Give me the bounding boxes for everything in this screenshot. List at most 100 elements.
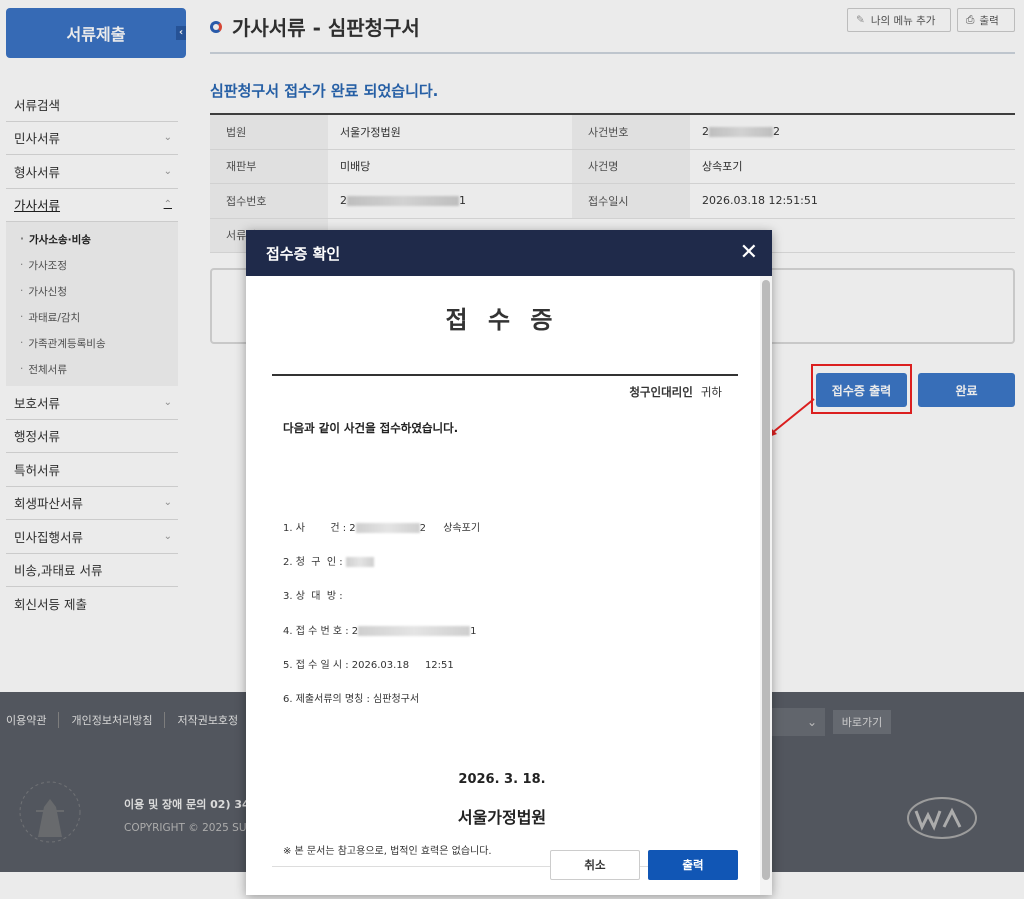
sidebar-item-civil[interactable]: 민사서류 ⌄ (6, 122, 178, 155)
chevron-down-icon: ⌄ (163, 497, 172, 509)
sidebar-item-family[interactable]: 가사서류 ⌃ (6, 189, 178, 222)
division-label: 재판부 (210, 149, 328, 183)
sidebar-item-administrative[interactable]: 행정서류 (6, 420, 178, 453)
chevron-down-icon: ⌄ (163, 530, 172, 542)
sidebar-subitem-family-mediation[interactable]: 가사조정 (6, 252, 178, 278)
receipt-item-case: 1. 사 건 : 22 상속포기 (283, 519, 480, 534)
receipt-modal: 접수증 확인 ✕ 접 수 증 청구인대리인 귀하 다음과 같이 사건을 접수하였습… (246, 230, 772, 895)
addressee: 청구인대리인 귀하 (629, 384, 722, 400)
sidebar-item-criminal[interactable]: 형사서류 ⌄ (6, 155, 178, 189)
receipt-note: ※ 본 문서는 참고용으로, 법적인 효력은 없습니다. (283, 846, 492, 857)
item-label: 3. 상 대 방 : (283, 591, 343, 602)
receipt-intro: 다음과 같이 사건을 접수하였습니다. (283, 421, 459, 435)
printer-icon: ⎙ (966, 13, 975, 26)
receipt-item-receipt-number: 4. 접 수 번 호 : 21 (283, 622, 477, 637)
web-accessibility-logo (907, 797, 977, 839)
receipt-time-value: 2026.03.18 12:51 (351, 660, 454, 671)
case-name-value: 상속포기 (702, 160, 743, 174)
sidebar-item-patent[interactable]: 특허서류 (6, 453, 178, 487)
document-name-value: 심판청구서 (373, 694, 420, 705)
sidebar-subitem-all-documents[interactable]: 전체서류 (6, 356, 178, 382)
item-label: 1. 사 건 : (283, 523, 347, 534)
item-label: 5. 접 수 일 시 : (283, 660, 349, 671)
sidebar-item-label: 회생파산서류 (14, 496, 84, 512)
table-row: 재판부 미배당 사건명 상속포기 (210, 149, 1015, 184)
footer-link-copyright[interactable]: 저작권보호정 (165, 712, 250, 728)
go-button[interactable]: 바로가기 (833, 710, 891, 734)
print-button[interactable]: 출력 (648, 850, 738, 880)
case-name: 상속포기 (443, 523, 481, 534)
scrollbar-thumb[interactable] (762, 280, 770, 880)
done-button[interactable]: 완료 (918, 373, 1015, 407)
redacted-text (355, 523, 420, 533)
sidebar-subitem-family-registry[interactable]: 가족관계등록비송 (6, 330, 178, 356)
case-number-label: 사건번호 (572, 115, 690, 149)
sidebar-item-protection[interactable]: 보호서류 ⌄ (6, 386, 178, 420)
case-number-suffix: 2 (419, 523, 427, 534)
sidebar-item-label: 비송,과태료 서류 (14, 563, 103, 579)
table-row: 접수번호 21 접수일시 2026.03.18 12:51:51 (210, 184, 1015, 219)
court-emblem-logo (19, 781, 81, 843)
sidebar-subitem-fines[interactable]: 과태료/감치 (6, 304, 178, 330)
sidebar-item-label: 회신서등 제출 (14, 597, 87, 613)
modal-body: 접 수 증 청구인대리인 귀하 다음과 같이 사건을 접수하였습니다. 1. 사 … (246, 276, 758, 895)
sidebar-subitem-family-litigation[interactable]: 가사소송·비송 (6, 226, 178, 252)
case-name-label: 사건명 (572, 149, 690, 183)
close-icon[interactable]: ✕ (740, 242, 758, 264)
receipt-date: 2026. 3. 18. (458, 772, 546, 787)
table-row: 법원 서울가정법원 사건번호 22 (210, 115, 1015, 150)
addressee-name: 청구인대리인 (629, 385, 693, 399)
sidebar-item-label: 보호서류 (14, 395, 61, 411)
chevron-down-icon: ⌄ (163, 132, 172, 144)
sidebar-item-label: 행정서류 (14, 429, 61, 445)
case-number-prefix: 2 (702, 125, 709, 139)
item-label: 4. 접 수 번 호 : (283, 626, 349, 637)
chevron-left-icon[interactable]: ‹ (176, 26, 186, 40)
sidebar-item-reply-submission[interactable]: 회신서등 제출 (6, 587, 178, 621)
receipt-item-receipt-time: 5. 접 수 일 시 : 2026.03.18 12:51 (283, 656, 454, 671)
sidebar-subitem-family-application[interactable]: 가사신청 (6, 278, 178, 304)
sidebar-item-label: 민사집행서류 (14, 529, 84, 545)
sidebar-item-label: 민사서류 (14, 131, 61, 147)
chevron-down-icon: ⌄ (163, 165, 172, 177)
receipt-heading: 접 수 증 (445, 306, 559, 334)
print-page-button[interactable]: ⎙ 출력 (957, 8, 1015, 32)
sidebar-item-noncontentious[interactable]: 비송,과태료 서류 (6, 554, 178, 587)
item-label: 6. 제출서류의 명칭 : (283, 694, 370, 705)
chevron-up-icon: ⌃ (163, 199, 172, 211)
cancel-button[interactable]: 취소 (550, 850, 640, 880)
receipt-date-label: 접수일시 (572, 184, 690, 218)
item-label: 2. 청 구 인 : (283, 557, 343, 568)
receipt-number-suffix: 1 (470, 626, 477, 637)
print-page-label: 출력 (979, 14, 999, 27)
footer-contact: 이용 및 장애 문의 02) 34 (124, 798, 250, 811)
sidebar-item-document-search[interactable]: 서류검색 (6, 88, 178, 122)
footer-copyright: COPYRIGHT © 2025 SUP (124, 822, 253, 834)
highlight-box (811, 364, 912, 414)
redacted-text (347, 195, 459, 206)
chevron-down-icon: ⌄ (806, 715, 817, 729)
addressee-suffix: 귀하 (700, 385, 722, 399)
division-value: 미배당 (340, 160, 371, 174)
sidebar-tab-document-submission[interactable]: 서류제출 ‹ (6, 8, 186, 58)
add-my-menu-label: 나의 메뉴 추가 (870, 14, 936, 27)
receipt-number-value: 21 (328, 184, 572, 218)
title-bullet-icon (210, 20, 222, 33)
footer-link-terms[interactable]: 이용약관 (6, 712, 60, 728)
sidebar-item-label: 특허서류 (14, 462, 61, 478)
add-my-menu-button[interactable]: ✎ 나의 메뉴 추가 (847, 8, 951, 32)
footer-link-privacy[interactable]: 개인정보처리방침 (59, 712, 166, 728)
case-number-value: 22 (690, 115, 934, 149)
receipt-number-label: 접수번호 (210, 184, 328, 218)
sidebar-item-civil-execution[interactable]: 민사집행서류 ⌄ (6, 520, 178, 554)
redacted-text (345, 557, 374, 567)
modal-header: 접수증 확인 ✕ (246, 230, 772, 276)
receipt-item-document-name: 6. 제출서류의 명칭 : 심판청구서 (283, 690, 419, 705)
receipt-divider (272, 374, 738, 376)
family-site-select[interactable]: ⌄ (770, 708, 825, 736)
sidebar-item-label: 가사서류 (14, 198, 61, 214)
modal-title: 접수증 확인 (266, 244, 341, 263)
redacted-text (358, 626, 471, 636)
sidebar-menu: 서류검색 민사서류 ⌄ 형사서류 ⌄ 가사서류 ⌃ 가사소송·비송 가사조정 가사신청… (6, 88, 178, 621)
sidebar-item-rehabilitation[interactable]: 회생파산서류 ⌄ (6, 487, 178, 520)
